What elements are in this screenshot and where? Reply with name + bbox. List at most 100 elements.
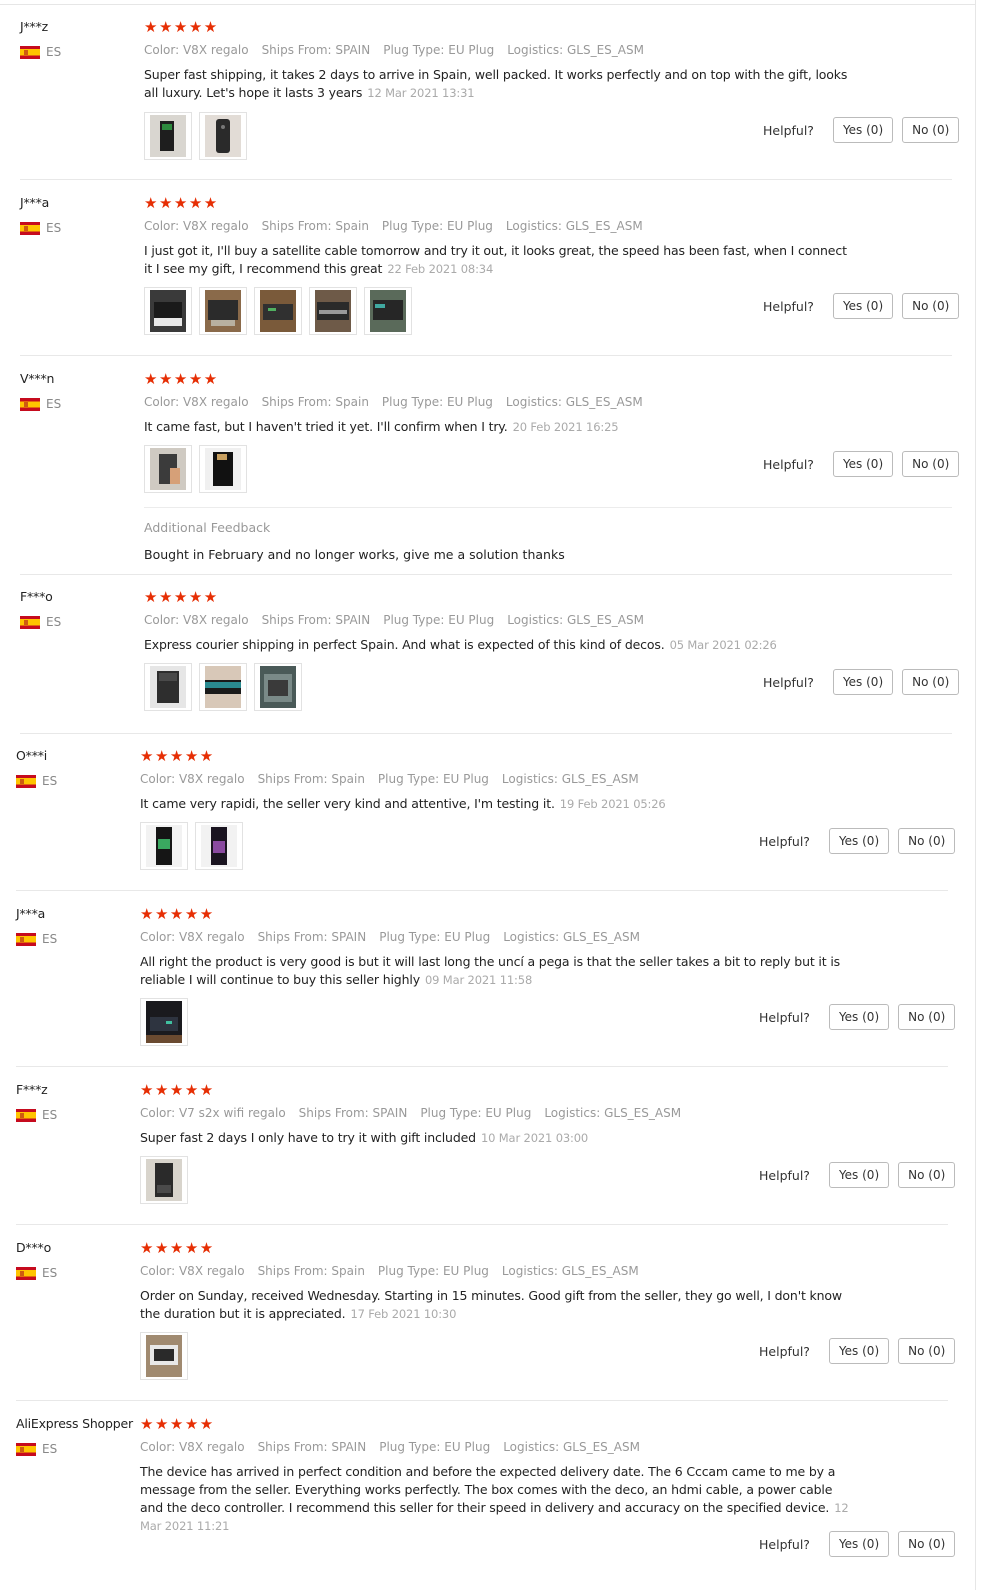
reviewer-name: V***n (20, 371, 55, 386)
review-photo-thumb[interactable] (140, 1156, 188, 1204)
helpful-label: Helpful? (763, 674, 814, 690)
review-content: ★★★★★ Color: V8X regalo Ships From: Spain… (140, 748, 850, 813)
helpful-no-button[interactable]: No (0) (902, 451, 960, 477)
attr-logistics: Logistics: GLS_ES_ASM (544, 1106, 682, 1120)
review-photo-thumb[interactable] (254, 663, 302, 711)
attr-logistics: Logistics: GLS_ES_ASM (501, 772, 639, 786)
helpful-yes-button[interactable]: Yes (0) (828, 1004, 890, 1030)
review-text: It came very rapidi, the seller very kin… (140, 795, 850, 813)
reviewer-name: AliExpress Shopper (16, 1416, 133, 1431)
additional-feedback-divider (144, 507, 952, 508)
reviewer-name: J***a (16, 906, 46, 921)
review-attributes: Color: V8X regalo Ships From: SPAIN Plug T… (144, 612, 854, 628)
attr-plug-type: Plug Type: EU Plug (383, 613, 495, 627)
review-content: ★★★★★ Color: V8X regalo Ships From: SPAIN… (140, 906, 850, 989)
review-divider (16, 890, 948, 891)
review-divider (16, 1066, 948, 1067)
helpful-label: Helpful? (763, 122, 814, 138)
photo-icon (205, 290, 241, 332)
photo-icon (370, 290, 406, 332)
helpful-no-button[interactable]: No (0) (898, 1004, 956, 1030)
review-photos (140, 998, 195, 1046)
attr-ships-from: Ships From: SPAIN (261, 613, 371, 627)
review-photo-thumb[interactable] (144, 287, 192, 335)
helpful-yes-button[interactable]: Yes (0) (828, 1531, 890, 1557)
attr-ships-from: Ships From: SPAIN (257, 930, 367, 944)
review-photo-thumb[interactable] (199, 112, 247, 160)
spain-flag-icon (16, 774, 36, 788)
additional-feedback-label: Additional Feedback (144, 520, 271, 535)
review-divider (16, 1400, 948, 1401)
review-photo-thumb[interactable] (140, 1332, 188, 1380)
review-content: ★★★★★ Color: V8X regalo Ships From: SPAIN… (144, 589, 854, 654)
photo-icon (205, 115, 241, 157)
helpful-yes-button[interactable]: Yes (0) (828, 1338, 890, 1364)
review-photo-thumb[interactable] (254, 287, 302, 335)
review-attributes: Color: V8X regalo Ships From: Spain Plug T… (144, 394, 854, 410)
review-photo-thumb[interactable] (199, 663, 247, 711)
spain-flag-icon (16, 1266, 36, 1280)
spain-flag-icon (20, 615, 40, 629)
helpful-no-button[interactable]: No (0) (898, 828, 956, 854)
country-code: ES (42, 1266, 58, 1280)
review-content: ★★★★★ Color: V8X regalo Ships From: SPAIN… (140, 1416, 850, 1535)
review-date: 17 Feb 2021 10:30 (350, 1307, 457, 1321)
helpful-vote: Helpful? Yes (0) No (0) (759, 1338, 956, 1364)
helpful-no-button[interactable]: No (0) (898, 1162, 956, 1188)
reviewer-country: ES (16, 774, 57, 788)
helpful-yes-button[interactable]: Yes (0) (832, 117, 894, 143)
photo-icon (150, 290, 186, 332)
helpful-no-button[interactable]: No (0) (902, 117, 960, 143)
review-photos (140, 822, 250, 870)
attr-plug-type: Plug Type: EU Plug (379, 1440, 491, 1454)
helpful-no-button[interactable]: No (0) (902, 669, 960, 695)
review-photo-thumb[interactable] (144, 663, 192, 711)
review-photo-thumb[interactable] (364, 287, 412, 335)
review-photo-thumb[interactable] (140, 822, 188, 870)
helpful-yes-button[interactable]: Yes (0) (832, 293, 894, 319)
review-text: It came fast, but I haven't tried it yet… (144, 418, 854, 436)
attr-color: Color: V8X regalo (144, 613, 249, 627)
spain-flag-icon (20, 221, 40, 235)
review-photo-thumb[interactable] (309, 287, 357, 335)
spain-flag-icon (16, 1108, 36, 1122)
helpful-no-button[interactable]: No (0) (898, 1531, 956, 1557)
review-date: 20 Feb 2021 16:25 (512, 420, 619, 434)
helpful-no-button[interactable]: No (0) (902, 293, 960, 319)
helpful-yes-button[interactable]: Yes (0) (832, 669, 894, 695)
review-photo-thumb[interactable] (144, 445, 192, 493)
review-body: It came fast, but I haven't tried it yet… (144, 419, 508, 434)
review-date: 10 Mar 2021 03:00 (480, 1131, 589, 1145)
attr-color: Color: V8X regalo (140, 772, 245, 786)
attr-plug-type: Plug Type: EU Plug (420, 1106, 532, 1120)
review-text: Super fast shipping, it takes 2 days to … (144, 66, 854, 102)
review-item: J***z ES ★★★★★ Color: V8X regalo Ships Fr… (20, 5, 975, 180)
review-photo-thumb[interactable] (140, 998, 188, 1046)
review-attributes: Color: V8X regalo Ships From: Spain Plug T… (144, 218, 854, 234)
additional-feedback-text: Bought in February and no longer works, … (144, 547, 565, 562)
country-code: ES (46, 615, 62, 629)
review-photo-thumb[interactable] (199, 445, 247, 493)
review-photos (140, 1156, 195, 1204)
photo-icon (146, 1335, 182, 1377)
review-divider (20, 355, 952, 356)
photo-icon (315, 290, 351, 332)
helpful-no-button[interactable]: No (0) (898, 1338, 956, 1364)
attr-plug-type: Plug Type: EU Plug (377, 772, 489, 786)
helpful-yes-button[interactable]: Yes (0) (828, 828, 890, 854)
review-body: Express courier shipping in perfect Spai… (144, 637, 665, 652)
review-photo-thumb[interactable] (144, 112, 192, 160)
review-attributes: Color: V8X regalo Ships From: SPAIN Plug T… (140, 1439, 850, 1455)
reviewer-country: ES (20, 397, 61, 411)
review-content: ★★★★★ Color: V7 s2x wifi regalo Ships Fro… (140, 1082, 850, 1147)
review-text: Super fast 2 days I only have to try it … (140, 1129, 850, 1147)
review-photo-thumb[interactable] (195, 822, 243, 870)
helpful-yes-button[interactable]: Yes (0) (828, 1162, 890, 1188)
review-attributes: Color: V8X regalo Ships From: SPAIN Plug T… (140, 929, 850, 945)
attr-color: Color: V7 s2x wifi regalo (140, 1106, 286, 1120)
review-text: Order on Sunday, received Wednesday. Sta… (140, 1287, 850, 1323)
photo-icon (205, 448, 241, 490)
photo-icon (150, 666, 186, 708)
review-photo-thumb[interactable] (199, 287, 247, 335)
helpful-yes-button[interactable]: Yes (0) (832, 451, 894, 477)
